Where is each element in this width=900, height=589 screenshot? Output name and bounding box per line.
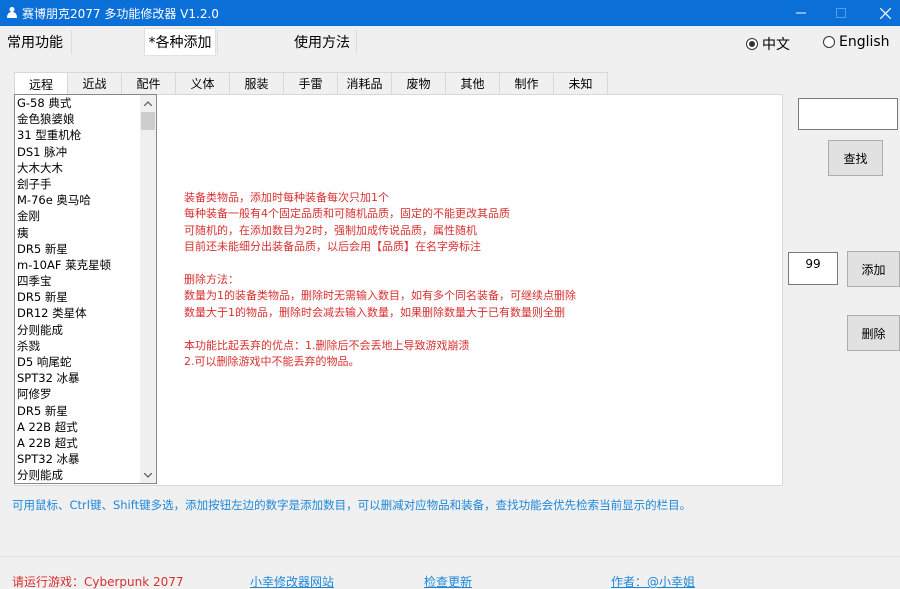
minimize-icon (796, 12, 806, 14)
list-item[interactable]: 痍 (17, 225, 141, 241)
usage-hint: 可用鼠标、Ctrl键、Shift键多选，添加按钮左边的数字是添加数目，可以删减对… (12, 498, 692, 512)
list-item[interactable]: M-76e 奥马哈 (17, 192, 141, 208)
tab-attachments[interactable]: 配件 (122, 72, 176, 94)
scroll-thumb[interactable] (141, 112, 155, 130)
item-list: G-58 典式 金色狼婆娘 31 型重机枪 DS1 脉冲 大木大木 刽子手 M-… (17, 95, 141, 483)
tab-junk[interactable]: 废物 (392, 72, 446, 94)
tab-clothing[interactable]: 服装 (230, 72, 284, 94)
tab-cyberware[interactable]: 义体 (176, 72, 230, 94)
list-item[interactable]: m-10AF 莱克星顿 (17, 257, 141, 273)
list-item[interactable]: DS1 脉冲 (17, 144, 141, 160)
info-line: 装备类物品，添加时每种装备每次只加1个 (184, 191, 389, 204)
scroll-up-icon[interactable] (140, 95, 156, 111)
list-item[interactable]: A 22B 超式 (17, 435, 141, 451)
lang-chinese-label: 中文 (762, 37, 790, 53)
tab-grenades[interactable]: 手雷 (284, 72, 338, 94)
info-line: 2.可以删除游戏中不能丢弃的物品。 (184, 355, 360, 369)
info-text-block: 装备类物品，添加时每种装备每次只加1个 每种装备一般有4个固定品质和可随机品质，… (184, 190, 576, 370)
close-icon (879, 7, 891, 19)
menu-divider (71, 30, 72, 54)
window-title: 赛博朋克2077 多功能修改器 V1.2.0 (22, 7, 219, 21)
check-update-link[interactable]: 检查更新 (424, 573, 472, 589)
tab-unknown[interactable]: 未知 (554, 72, 608, 94)
lang-chinese-option[interactable]: 中文 (746, 34, 790, 54)
status-bar: 请运行游戏：Cyberpunk 2077 小幸修改器网站 检查更新 作者：@小幸… (0, 556, 900, 589)
author-link[interactable]: 作者：@小幸姐 (611, 573, 695, 589)
app-icon (7, 7, 17, 18)
list-item[interactable]: 31 型重机枪 (17, 127, 141, 143)
list-item[interactable]: SPT32 冰暴 (17, 370, 141, 386)
maximize-icon (836, 8, 846, 18)
info-line: 可随机的，在添加数目为2时，强制加成传说品质，属性随机 (184, 223, 477, 237)
tab-other[interactable]: 其他 (446, 72, 500, 94)
list-item[interactable]: D5 响尾蛇 (17, 354, 141, 370)
item-listbox[interactable]: G-58 典式 金色狼婆娘 31 型重机枪 DS1 脉冲 大木大木 刽子手 M-… (14, 94, 157, 484)
list-item[interactable]: DR5 新星 (17, 403, 141, 419)
delete-method-title: 删除方法： (184, 273, 239, 287)
lang-english-option[interactable]: English (823, 34, 890, 50)
delete-button[interactable]: 删除 (847, 315, 900, 351)
menu-bar: 常用功能 *各种添加 使用方法 中文 English (0, 26, 900, 58)
radio-unchecked-icon[interactable] (823, 36, 835, 48)
menu-add-various[interactable]: *各种添加 (144, 28, 216, 56)
info-line: 每种装备一般有4个固定品质和可随机品质，固定的不能更改其品质 (184, 207, 510, 221)
run-game-status: 请运行游戏：Cyberpunk 2077 (12, 575, 184, 589)
list-item[interactable]: A 22B 超式 (17, 419, 141, 435)
tab-ranged[interactable]: 远程 (14, 72, 68, 95)
radio-checked-icon[interactable] (746, 38, 758, 50)
lang-english-label: English (839, 34, 890, 50)
title-bar: 赛博朋克2077 多功能修改器 V1.2.0 (0, 0, 900, 26)
search-button[interactable]: 查找 (828, 140, 883, 176)
add-button[interactable]: 添加 (847, 251, 900, 287)
close-button[interactable] (862, 0, 900, 26)
list-item[interactable]: DR5 新星 (17, 289, 141, 305)
menu-usage[interactable]: 使用方法 (288, 28, 356, 56)
menu-divider (217, 30, 218, 54)
quantity-field[interactable]: 99 (788, 252, 838, 285)
search-input[interactable] (798, 98, 898, 130)
info-line: 本功能比起丢弃的优点：1.删除后不会丢地上导致游戏崩溃 (184, 338, 470, 352)
list-item[interactable]: 金色狼婆娘 (17, 111, 141, 127)
list-item[interactable]: 刽子手 (17, 176, 141, 192)
scroll-down-icon[interactable] (140, 467, 156, 483)
list-item[interactable]: 金刚 (17, 208, 141, 224)
list-item[interactable]: 分则能成 (17, 467, 141, 483)
website-link[interactable]: 小幸修改器网站 (250, 573, 334, 589)
tab-melee[interactable]: 近战 (68, 72, 122, 94)
info-line: 目前还未能细分出装备品质，以后会用【品质】在名字旁标注 (184, 240, 481, 254)
list-item[interactable]: G-58 典式 (17, 95, 141, 111)
menu-divider (356, 30, 357, 54)
maximize-button[interactable] (818, 0, 864, 26)
menu-common-functions[interactable]: 常用功能 (0, 28, 70, 56)
list-scrollbar[interactable] (140, 95, 156, 483)
tab-consumables[interactable]: 消耗品 (338, 72, 392, 94)
list-item[interactable]: DR12 类星体 (17, 305, 141, 321)
tab-crafting[interactable]: 制作 (500, 72, 554, 94)
info-line: 数量为1的装备类物品，删除时无需输入数目，如有多个同名装备，可继续点删除 (184, 289, 576, 303)
list-item[interactable]: DR5 新星 (17, 241, 141, 257)
list-item[interactable]: 大木大木 (17, 160, 141, 176)
list-item[interactable]: SPT32 冰暴 (17, 451, 141, 467)
list-item[interactable]: 阿修罗 (17, 386, 141, 402)
list-item[interactable]: 四季宝 (17, 273, 141, 289)
list-item[interactable]: 杀戮 (17, 338, 141, 354)
list-item[interactable]: 分则能成 (17, 322, 141, 338)
info-line: 数量大于1的物品，删除时会减去输入数量，如果删除数量大于已有数量则全删 (184, 305, 565, 319)
